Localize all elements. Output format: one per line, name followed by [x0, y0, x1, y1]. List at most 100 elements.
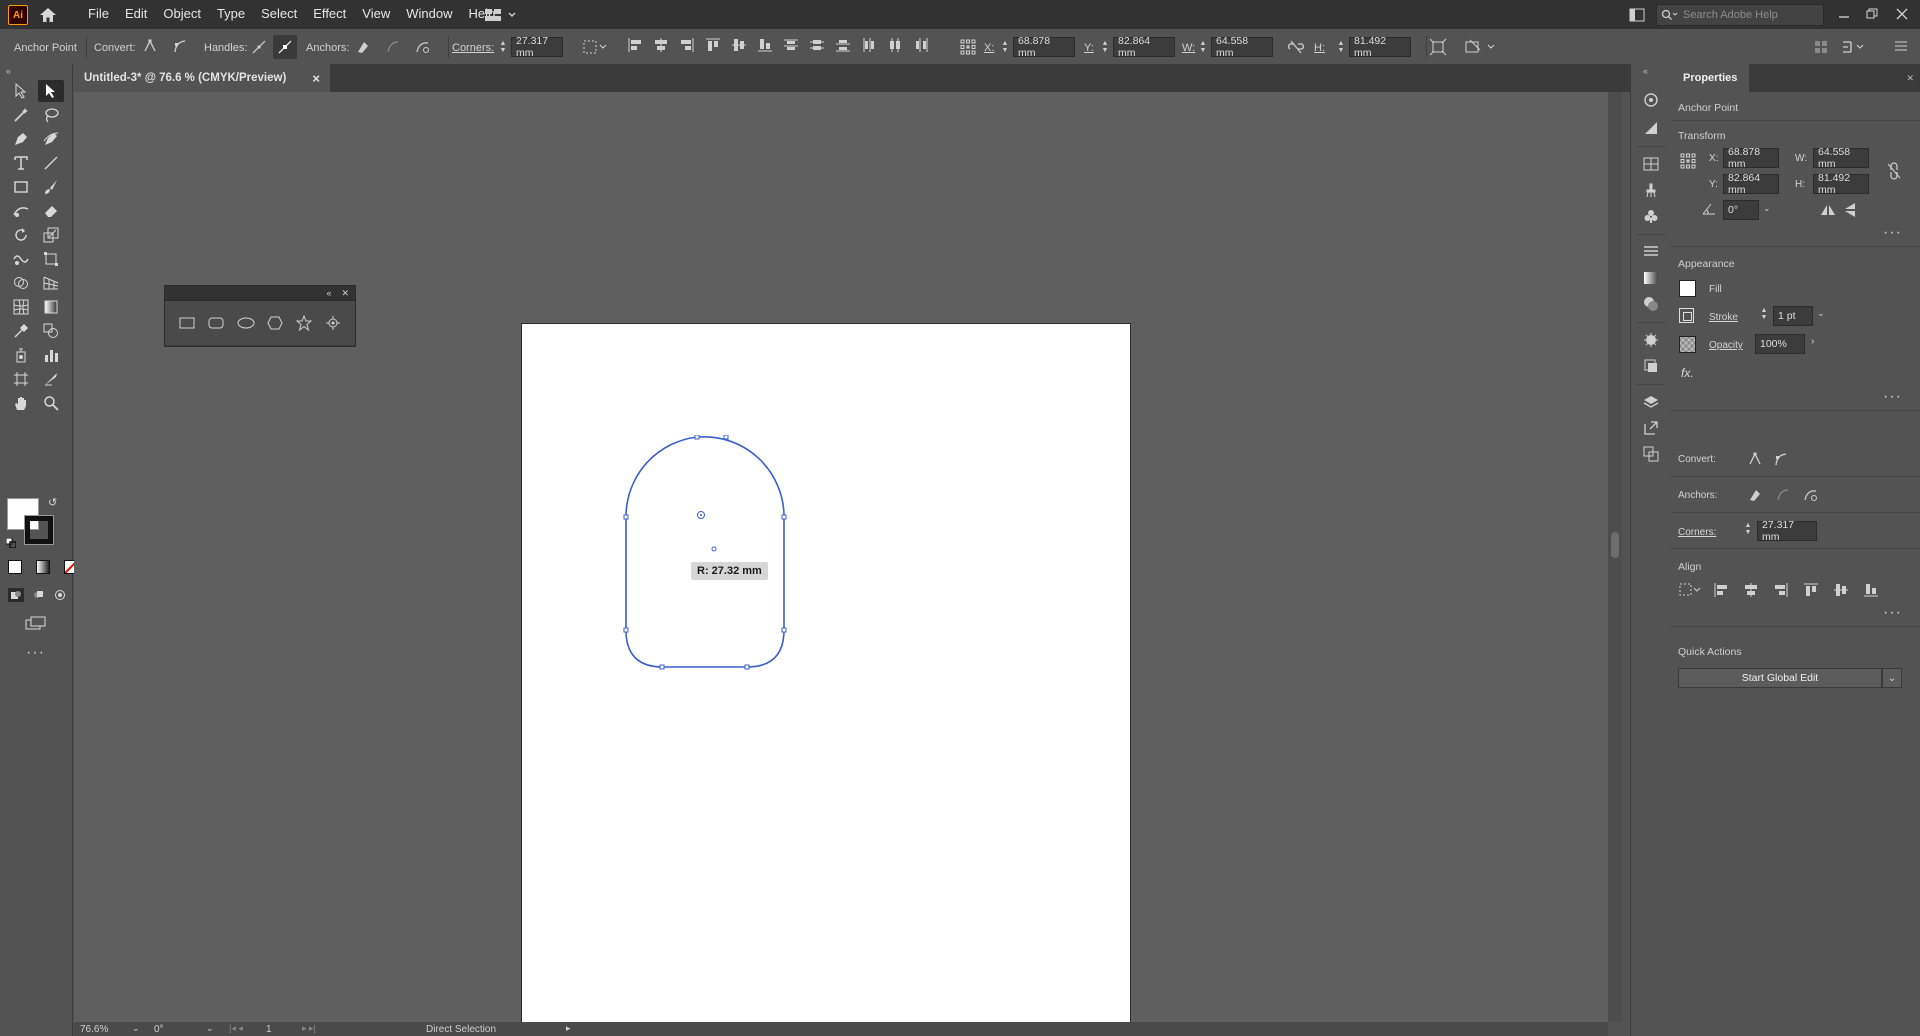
- artboard-navigation-icon[interactable]: |◂ ◂: [229, 1023, 243, 1034]
- symbol-sprayer-tool-icon[interactable]: [8, 344, 34, 366]
- magic-wand-tool-icon[interactable]: [8, 104, 34, 126]
- document-tab[interactable]: Untitled-3* @ 76.6 % (CMYK/Preview) ×: [74, 64, 330, 92]
- constrain-proportions-icon[interactable]: [1885, 162, 1903, 180]
- artboard-tool-icon[interactable]: [8, 368, 34, 390]
- workspace-switcher-button[interactable]: [484, 6, 518, 24]
- w-field[interactable]: ▲ ▼ 64.558 mm: [1198, 35, 1273, 59]
- free-transform-tool-icon[interactable]: [38, 248, 64, 270]
- shaper-tool-icon[interactable]: [8, 200, 34, 222]
- line-segment-tool-icon[interactable]: [38, 152, 64, 174]
- selection-tool-icon[interactable]: [8, 80, 34, 102]
- prop-remove-anchor-icon[interactable]: [1745, 485, 1765, 505]
- close-window-icon[interactable]: [1894, 6, 1910, 22]
- zoom-tool-icon[interactable]: [38, 392, 64, 414]
- prop-h-input[interactable]: 81.492 mm: [1813, 172, 1869, 196]
- artboard-number[interactable]: 1: [266, 1024, 272, 1035]
- collapse-panel-icon[interactable]: «: [326, 288, 331, 298]
- gradient-panel-icon[interactable]: [1641, 268, 1661, 288]
- rounded-rectangle-shape-icon[interactable]: [208, 316, 224, 330]
- object-options-icon[interactable]: [1840, 38, 1868, 56]
- spinner-icon[interactable]: ▲ ▼: [498, 40, 508, 54]
- distribute-vertical-center-icon[interactable]: [804, 37, 830, 53]
- flare-shape-icon[interactable]: [325, 315, 341, 331]
- align-top-icon[interactable]: [700, 37, 726, 53]
- symbols-icon[interactable]: [1641, 206, 1661, 226]
- rotate-angle-input[interactable]: 0°: [1723, 200, 1759, 220]
- prop-corners-input[interactable]: 27.317 mm: [1757, 519, 1817, 543]
- stroke-weight-input[interactable]: 1 pt: [1773, 306, 1813, 326]
- rotation-dropdown-icon[interactable]: ⌄: [206, 1023, 214, 1034]
- edit-toolbar-icon[interactable]: ···: [26, 644, 45, 662]
- slice-tool-icon[interactable]: [38, 368, 64, 390]
- remove-anchor-icon[interactable]: [352, 36, 374, 58]
- draw-inside-icon[interactable]: [52, 588, 68, 602]
- eraser-tool-icon[interactable]: [38, 200, 64, 222]
- h-field[interactable]: ▲ ▼ 81.492 mm: [1336, 35, 1411, 59]
- opacity-input[interactable]: 100%: [1755, 334, 1805, 354]
- spinner-icon[interactable]: ▲ ▼: [1100, 40, 1110, 54]
- align-vertical-center-icon[interactable]: [726, 37, 752, 53]
- rotation-value[interactable]: 0°: [154, 1024, 164, 1035]
- h-input[interactable]: 81.492 mm: [1349, 35, 1411, 59]
- direct-selection-tool-icon[interactable]: [38, 80, 64, 102]
- prop-align-right-icon[interactable]: [1769, 582, 1793, 598]
- distribute-top-icon[interactable]: [778, 37, 804, 53]
- show-handles-icon[interactable]: [248, 36, 270, 58]
- color-guide-icon[interactable]: [1641, 90, 1661, 110]
- blend-tool-icon[interactable]: [38, 320, 64, 342]
- spinner-icon[interactable]: ▲ ▼: [1000, 40, 1010, 54]
- shapes-panel-header[interactable]: « ✕: [165, 286, 355, 300]
- prop-w-input[interactable]: 64.558 mm: [1813, 146, 1869, 170]
- align-horizontal-center-icon[interactable]: [648, 37, 674, 53]
- zoom-level[interactable]: 76.6%: [80, 1024, 108, 1035]
- opacity-arrow-icon[interactable]: ›: [1811, 336, 1814, 347]
- spinner-icon[interactable]: ▲ ▼: [1336, 40, 1346, 54]
- brushes-icon[interactable]: [1641, 180, 1661, 200]
- home-icon[interactable]: [38, 5, 58, 25]
- prop-connect-anchors-icon[interactable]: [1773, 485, 1793, 505]
- stroke-spinner-icon[interactable]: ▲ ▼: [1759, 307, 1769, 321]
- default-colors-icon[interactable]: [5, 537, 17, 549]
- isolate-selection-icon[interactable]: [1426, 36, 1450, 58]
- layers-icon[interactable]: [1641, 392, 1661, 412]
- distribute-bottom-icon[interactable]: [830, 37, 856, 53]
- x-input[interactable]: 68.878 mm: [1013, 35, 1075, 59]
- opacity-label[interactable]: Opacity: [1709, 340, 1743, 351]
- expand-panels-icon[interactable]: «: [1643, 66, 1648, 76]
- prop-align-left-icon[interactable]: [1709, 582, 1733, 598]
- lasso-tool-icon[interactable]: [38, 104, 64, 126]
- x-field[interactable]: ▲ ▼ 68.878 mm: [1000, 35, 1075, 59]
- fill-color-swatch[interactable]: [1679, 280, 1696, 297]
- swatches-icon[interactable]: [1641, 154, 1661, 174]
- prop-x-input[interactable]: 68.878 mm: [1723, 146, 1779, 170]
- prop-align-hcenter-icon[interactable]: [1739, 582, 1763, 598]
- rectangle-tool-icon[interactable]: [8, 176, 34, 198]
- reference-point-icon[interactable]: [958, 37, 978, 57]
- more-transform-options-icon[interactable]: ···: [1883, 224, 1902, 242]
- draw-normal-icon[interactable]: [8, 588, 24, 602]
- menu-view[interactable]: View: [362, 6, 390, 21]
- ellipse-shape-icon[interactable]: [237, 316, 255, 330]
- menu-select[interactable]: Select: [261, 6, 297, 21]
- status-menu-arrow-icon[interactable]: ▸: [566, 1023, 571, 1034]
- more-align-options-icon[interactable]: ···: [1883, 604, 1902, 622]
- close-panel-icon[interactable]: ✕: [341, 288, 349, 299]
- start-global-edit-button[interactable]: Start Global Edit: [1678, 668, 1882, 688]
- panel-menu-icon[interactable]: [1892, 38, 1910, 56]
- gradient-tool-icon[interactable]: [38, 296, 64, 318]
- prop-align-bottom-icon[interactable]: [1859, 582, 1883, 598]
- prop-y-input[interactable]: 82.864 mm: [1723, 172, 1779, 196]
- corners-spinner-icon[interactable]: ▲ ▼: [1743, 522, 1753, 536]
- prop-align-vcenter-icon[interactable]: [1829, 582, 1853, 598]
- mesh-tool-icon[interactable]: [8, 296, 34, 318]
- y-field[interactable]: ▲ ▼ 82.864 mm: [1100, 35, 1175, 59]
- y-label[interactable]: Y:: [1084, 42, 1094, 54]
- asset-export-icon[interactable]: [1641, 418, 1661, 438]
- rotate-tool-icon[interactable]: [8, 224, 34, 246]
- minimize-window-icon[interactable]: [1836, 6, 1852, 22]
- convert-to-smooth-icon[interactable]: [170, 36, 190, 56]
- align-bottom-icon[interactable]: [752, 37, 778, 53]
- corners-field[interactable]: ▲ ▼ 27.317 mm: [498, 35, 563, 59]
- arrange-documents-icon[interactable]: [1812, 38, 1830, 56]
- scroll-thumb[interactable]: [1611, 532, 1619, 558]
